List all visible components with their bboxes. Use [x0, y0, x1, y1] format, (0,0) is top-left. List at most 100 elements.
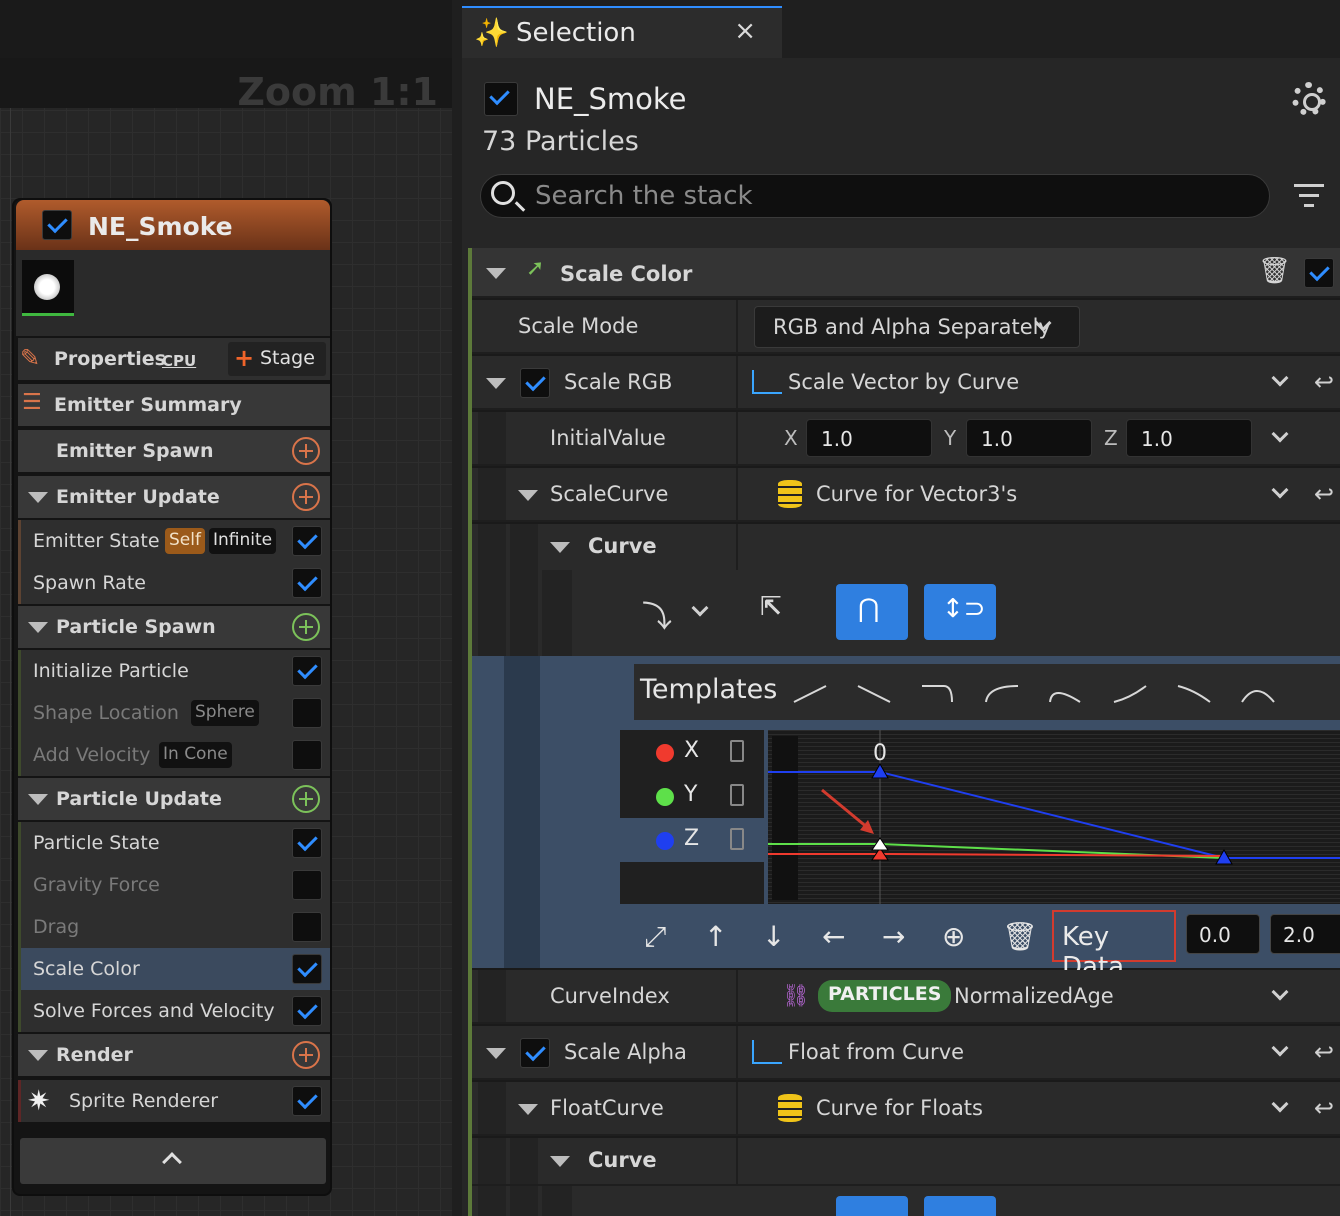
module-drag[interactable]: Drag [18, 906, 330, 948]
module-gravity-force[interactable]: Gravity Force [18, 864, 330, 906]
channel-z[interactable]: Z [620, 818, 764, 862]
add-renderer-icon[interactable] [292, 1041, 320, 1069]
collapse-arrow-icon[interactable] [28, 1050, 48, 1061]
particle-spawn-section[interactable]: Particle Spawn [18, 606, 330, 648]
fit-icon[interactable]: ⤢ [644, 920, 666, 954]
chevron-down-icon[interactable] [1271, 481, 1289, 499]
x-value-field[interactable]: 1.0 [806, 419, 932, 457]
gear-icon[interactable] [1292, 82, 1326, 116]
collapse-arrow-icon[interactable] [486, 1048, 506, 1059]
module-scale-color[interactable]: Scale Color [18, 948, 330, 990]
emitter-node-header[interactable]: NE_Smoke [16, 200, 330, 250]
module-initialize-particle[interactable]: Initialize Particle [18, 650, 330, 692]
arrow-right-icon[interactable]: → [882, 920, 905, 953]
collapse-arrow-icon[interactable] [550, 1156, 570, 1167]
search-input[interactable]: Search the stack [480, 174, 1270, 218]
emitter-node[interactable]: NE_Smoke ✎ Properties CPU + Stage ☰ Emit… [12, 198, 332, 1196]
emitter-summary-row[interactable]: ☰ Emitter Summary [18, 384, 330, 426]
collapse-node-button[interactable] [20, 1138, 326, 1184]
emitter-spawn-section[interactable]: Emitter Spawn [18, 430, 330, 472]
snap-value-button[interactable]: ⋂ [836, 584, 908, 640]
add-key-icon[interactable]: ⊕ [942, 920, 965, 953]
collapse-arrow-icon[interactable] [486, 378, 506, 389]
snap-time-button[interactable] [924, 1196, 996, 1216]
add-stage-button[interactable]: + Stage [228, 342, 326, 376]
scale-alpha-value[interactable]: Float from Curve [788, 1040, 964, 1064]
emitter-enable-checkbox[interactable] [484, 82, 518, 116]
add-module-particle-spawn-icon[interactable] [292, 613, 320, 641]
chevron-down-icon[interactable] [691, 599, 709, 617]
close-icon[interactable]: × [734, 16, 756, 46]
import-curve-icon[interactable]: ⤵ [642, 592, 672, 636]
module-enable-checkbox[interactable] [292, 1086, 322, 1116]
module-enable-checkbox[interactable] [292, 996, 322, 1026]
selection-tab[interactable]: ✨ Selection × [462, 6, 782, 58]
properties-row[interactable]: ✎ Properties CPU + Stage [18, 338, 330, 380]
float-curve-value[interactable]: Curve for Floats [816, 1096, 983, 1120]
curve-editor[interactable]: Templates X Y Z 0 ⤢ ↑ ↓ ← → ⊕ 🗑 Key Data… [472, 656, 1340, 982]
chevron-down-icon[interactable] [1271, 1039, 1289, 1057]
pin-icon[interactable] [730, 740, 744, 762]
reset-arrow-icon[interactable]: ↩ [1314, 1038, 1334, 1066]
render-section[interactable]: Render [18, 1034, 330, 1076]
add-module-emitter-update-icon[interactable] [292, 483, 320, 511]
module-spawn-rate[interactable]: Spawn Rate [18, 562, 330, 604]
scale-rgb-value[interactable]: Scale Vector by Curve [788, 370, 1019, 394]
channel-x[interactable]: X [620, 730, 764, 774]
key-value-field[interactable]: 2.0 [1270, 914, 1340, 954]
chevron-down-icon[interactable] [1271, 425, 1289, 443]
module-add-velocity[interactable]: Add Velocity In Cone [18, 734, 330, 776]
add-module-emitter-spawn-icon[interactable] [292, 437, 320, 465]
collapse-arrow-icon[interactable] [28, 492, 48, 503]
module-solve-forces[interactable]: Solve Forces and Velocity [18, 990, 330, 1032]
curve-graph[interactable]: 0 [768, 730, 1340, 904]
module-enable-checkbox[interactable] [292, 954, 322, 984]
snap-value-button[interactable] [836, 1196, 908, 1216]
y-value-field[interactable]: 1.0 [966, 419, 1092, 457]
collapse-arrow-icon[interactable] [28, 794, 48, 805]
collapse-arrow-icon[interactable] [550, 542, 570, 553]
collapse-arrow-icon[interactable] [518, 490, 538, 501]
particle-update-section[interactable]: Particle Update [18, 778, 330, 820]
chevron-down-icon[interactable] [1271, 1095, 1289, 1113]
chevron-down-icon[interactable] [1271, 369, 1289, 387]
open-external-icon[interactable]: ⇱ [760, 592, 782, 622]
module-enable-checkbox[interactable] [292, 828, 322, 858]
reset-arrow-icon[interactable]: ↩ [1314, 1094, 1334, 1122]
emitter-update-section[interactable]: Emitter Update [18, 476, 330, 518]
curve-templates[interactable] [790, 674, 1330, 710]
graph-canvas[interactable]: Zoom 1:1 NE_Smoke ✎ Properties CPU + Sta… [0, 0, 452, 1216]
delete-key-icon[interactable]: 🗑 [1002, 920, 1038, 953]
module-enable-checkbox[interactable] [292, 870, 322, 900]
chevron-down-icon[interactable] [1271, 983, 1289, 1001]
key-time-field[interactable]: 0.0 [1186, 914, 1260, 954]
emitter-enable-checkbox[interactable] [42, 210, 72, 240]
scale-rgb-checkbox[interactable] [520, 368, 550, 398]
scale-mode-dropdown[interactable]: RGB and Alpha Separately [754, 306, 1080, 348]
scale-color-header[interactable]: ➚ Scale Color 🗑 [472, 248, 1340, 298]
add-module-particle-update-icon[interactable] [292, 785, 320, 813]
z-value-field[interactable]: 1.0 [1126, 419, 1252, 457]
module-sprite-renderer[interactable]: ✷ Sprite Renderer [18, 1080, 330, 1122]
module-enable-checkbox[interactable] [292, 526, 322, 556]
module-enable-checkbox[interactable] [292, 912, 322, 942]
pin-icon[interactable] [730, 784, 744, 806]
module-particle-state[interactable]: Particle State [18, 822, 330, 864]
module-shape-location[interactable]: Shape Location Sphere [18, 692, 330, 734]
filter-icon[interactable] [1294, 184, 1324, 210]
curve-index-value[interactable]: NormalizedAge [954, 984, 1114, 1008]
snap-time-button[interactable]: ↕⊃ [924, 584, 996, 640]
arrow-up-icon[interactable]: ↑ [704, 920, 727, 953]
module-enable-checkbox[interactable] [292, 568, 322, 598]
scale-alpha-checkbox[interactable] [520, 1038, 550, 1068]
emitter-thumbnail[interactable] [22, 260, 74, 316]
module-enable-checkbox[interactable] [1304, 258, 1334, 288]
trash-icon[interactable]: 🗑 [1258, 256, 1291, 286]
module-enable-checkbox[interactable] [292, 698, 322, 728]
module-enable-checkbox[interactable] [292, 740, 322, 770]
arrow-left-icon[interactable]: ← [822, 920, 845, 953]
pin-icon[interactable] [730, 828, 744, 850]
collapse-arrow-icon[interactable] [28, 622, 48, 633]
collapse-arrow-icon[interactable] [486, 268, 506, 279]
reset-arrow-icon[interactable]: ↩ [1314, 480, 1334, 508]
